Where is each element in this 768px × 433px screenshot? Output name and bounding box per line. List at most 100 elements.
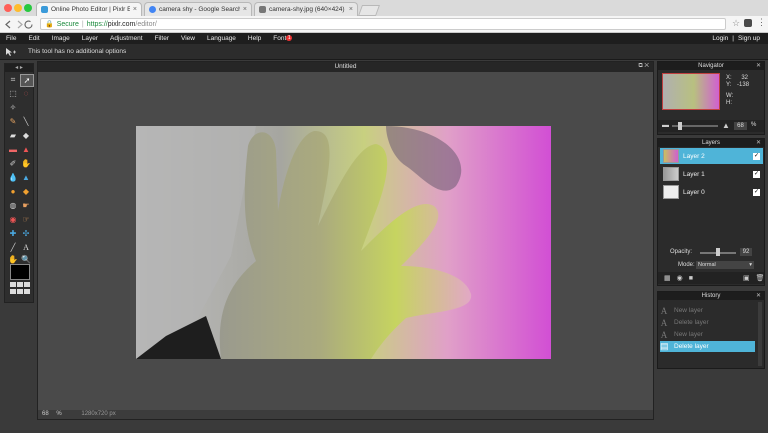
sponge-tool-icon[interactable]: ◍ xyxy=(7,200,19,211)
pinch-tool-icon[interactable]: ✣ xyxy=(20,228,32,239)
canvas-zoom-value[interactable]: 68 xyxy=(42,411,49,417)
picker-tool-icon[interactable]: ✐ xyxy=(7,158,19,169)
close-icon[interactable]: ✕ xyxy=(756,139,761,147)
canvas-window-icons[interactable]: ⧉ ✕ xyxy=(638,63,649,70)
burn-tool-icon[interactable]: ◆ xyxy=(20,186,32,197)
smudge-tool-icon[interactable]: ☛ xyxy=(20,200,32,211)
tab-close-icon[interactable]: × xyxy=(133,6,137,13)
layer-row[interactable]: Layer 0 ✓ xyxy=(660,184,763,200)
gradient-tool-icon[interactable]: ▬ xyxy=(7,144,19,155)
layer-mask-icon[interactable]: ■ xyxy=(689,275,693,282)
red-eye-tool-icon[interactable]: ◉ xyxy=(7,214,19,225)
visibility-checkbox[interactable]: ✓ xyxy=(753,188,760,196)
spot-heal-tool-icon[interactable]: ☞ xyxy=(20,214,32,225)
hand-drawing-icon[interactable]: ✋ xyxy=(20,158,32,169)
grid-icon[interactable] xyxy=(17,282,23,287)
signup-link[interactable]: Sign up xyxy=(738,35,760,42)
tab-close-icon[interactable]: × xyxy=(243,6,247,13)
chevron-down-icon: ▾ xyxy=(749,262,752,268)
y-value: -138 xyxy=(737,82,750,88)
sharpen-tool-icon[interactable]: ▲ xyxy=(20,172,32,183)
menu-layer[interactable]: Layer xyxy=(76,35,104,42)
history-scrollbar[interactable] xyxy=(758,302,762,366)
window-minimize-icon[interactable] xyxy=(14,4,22,12)
history-item[interactable]: A New layer xyxy=(660,329,755,340)
layer-style-icon[interactable]: ◉ xyxy=(677,274,683,282)
grid-icon[interactable] xyxy=(10,282,16,287)
zoom-out-icon[interactable]: ▬ xyxy=(662,122,669,129)
mode-select[interactable]: Normal ▾ xyxy=(696,261,754,269)
menu-dots-icon[interactable]: ⋮ xyxy=(757,17,766,28)
menu-edit[interactable]: Edit xyxy=(22,35,45,42)
bookmark-star-icon[interactable]: ☆ xyxy=(732,18,740,29)
navigator-thumbnail[interactable] xyxy=(662,73,720,110)
menu-view[interactable]: View xyxy=(175,35,201,42)
grid-icon[interactable] xyxy=(10,289,16,294)
layers-title: Layers xyxy=(701,140,720,146)
reload-icon[interactable] xyxy=(24,20,33,29)
address-bar[interactable]: 🔒 Secure | https://pixlr.com/editor/ xyxy=(40,18,726,30)
menu-file[interactable]: File xyxy=(0,35,22,42)
menu-font[interactable]: Font 1 xyxy=(267,35,298,42)
history-label: Delete layer xyxy=(674,343,709,350)
layer-settings-icon[interactable]: ▦ xyxy=(664,274,671,282)
history-item[interactable]: A Delete layer xyxy=(660,317,755,328)
tab-close-icon[interactable]: × xyxy=(349,6,353,13)
eraser-tool-icon[interactable]: ▰ xyxy=(7,130,19,141)
text-tool-icon[interactable]: A xyxy=(20,242,32,253)
drop-tool-icon[interactable]: 💧 xyxy=(7,172,19,183)
browser-tab-image[interactable]: camera-shy.jpg (640×424) × xyxy=(254,2,358,16)
zoom-slider-handle[interactable] xyxy=(678,122,682,130)
brush-tool-icon[interactable]: ╲ xyxy=(20,116,32,127)
new-layer-icon[interactable]: ▣ xyxy=(743,274,750,282)
bucket-tool-icon[interactable]: ◆ xyxy=(20,130,32,141)
opacity-input[interactable]: 92 xyxy=(740,248,752,256)
window-close-icon[interactable] xyxy=(4,4,12,12)
menu-filter[interactable]: Filter xyxy=(149,35,175,42)
marquee-tool-icon[interactable]: ⬚ xyxy=(7,88,19,99)
menu-adjustment[interactable]: Adjustment xyxy=(104,35,149,42)
new-tab-button[interactable] xyxy=(357,5,381,16)
history-item[interactable]: A New layer xyxy=(660,305,755,316)
layer-row[interactable]: Layer 2 ✓ xyxy=(660,148,763,164)
menu-language[interactable]: Language xyxy=(201,35,242,42)
move-tool-icon xyxy=(6,48,16,56)
browser-tab-google-search[interactable]: camera shy - Google Search × xyxy=(144,2,252,16)
delete-layer-icon[interactable]: 🗑 xyxy=(756,274,765,282)
grid-icon[interactable] xyxy=(24,282,30,287)
window-maximize-icon[interactable] xyxy=(24,4,32,12)
pencil-tool-icon[interactable]: ✎ xyxy=(7,116,19,127)
canvas-image[interactable] xyxy=(136,126,551,359)
move-tool-icon[interactable]: ➚ xyxy=(20,74,34,87)
forward-icon[interactable] xyxy=(17,20,23,29)
grid-icon[interactable] xyxy=(17,289,23,294)
wand-tool-icon[interactable]: ✧ xyxy=(7,102,19,113)
close-icon[interactable]: ✕ xyxy=(756,62,761,70)
menu-image[interactable]: Image xyxy=(46,35,76,42)
image-favicon-icon xyxy=(259,6,266,13)
login-link[interactable]: Login xyxy=(712,35,728,42)
hand-photo xyxy=(136,126,551,359)
grid-icon[interactable] xyxy=(24,289,30,294)
opacity-slider-handle[interactable] xyxy=(716,248,720,256)
history-item[interactable]: ▤ Delete layer xyxy=(660,341,755,352)
stamp-tool-icon[interactable]: ▲ xyxy=(20,144,32,155)
crop-tool-icon[interactable]: ⌗ xyxy=(7,74,19,85)
menu-help[interactable]: Help xyxy=(242,35,267,42)
bloat-tool-icon[interactable]: ✚ xyxy=(7,228,19,239)
dodge-tool-icon[interactable]: ● xyxy=(7,186,19,197)
layer-row[interactable]: Layer 1 ✓ xyxy=(660,166,763,182)
visibility-checkbox[interactable]: ✓ xyxy=(753,170,760,178)
history-header: History ✕ xyxy=(658,292,764,300)
back-icon[interactable] xyxy=(5,20,11,29)
zoom-in-icon[interactable]: ▲ xyxy=(722,121,730,130)
visibility-checkbox[interactable]: ✓ xyxy=(753,152,760,160)
lasso-tool-icon[interactable]: ◌ xyxy=(20,88,32,99)
close-icon[interactable]: ✕ xyxy=(756,292,761,300)
foreground-color-swatch[interactable] xyxy=(10,264,30,280)
navigator-zoom-input[interactable]: 68 xyxy=(734,122,747,130)
layer-thumbnail xyxy=(663,149,679,163)
extension-icon[interactable] xyxy=(744,19,752,27)
browser-tab-pixlr[interactable]: Online Photo Editor | Pixlr Edi × xyxy=(36,2,142,16)
colorize-tool-icon[interactable]: ╱ xyxy=(7,242,19,253)
